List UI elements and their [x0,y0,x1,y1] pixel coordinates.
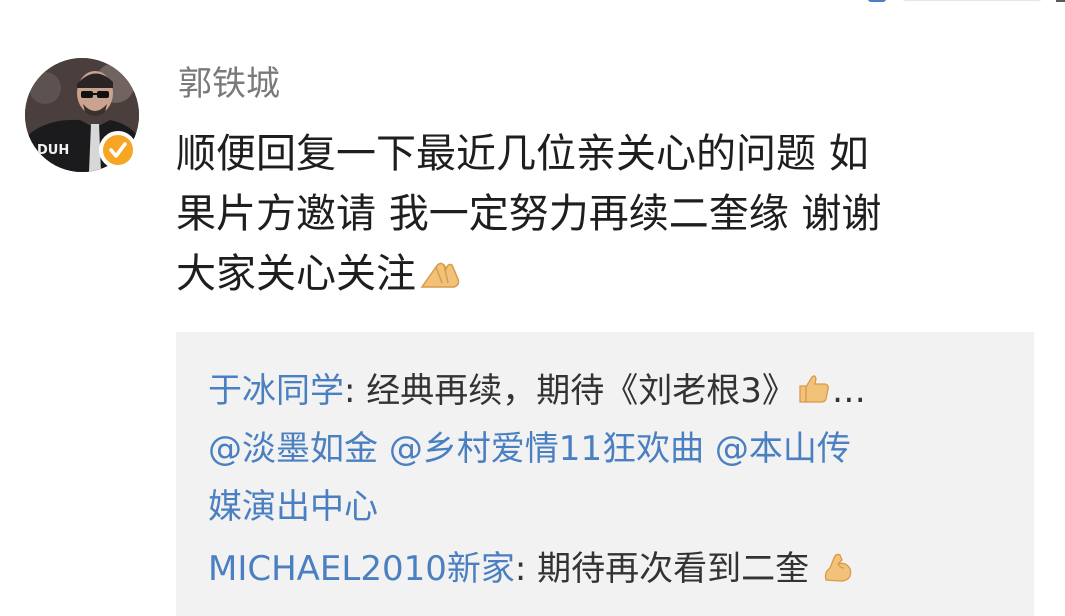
comment-item[interactable]: 于冰同学: 经典再续，期待《刘老根3》 … [208,362,866,420]
comment-mentions-line: 媒演出中心 [208,478,378,536]
top-toolbar-fragment [862,0,1065,6]
top-edge-icon [1056,0,1065,2]
post-text-line: 果片方邀请 我一定努力再续二奎缘 谢谢 [176,191,882,237]
comment-ellipsis: … [831,371,866,411]
mention-link[interactable]: @乡村爱情11狂欢曲 [389,429,704,469]
mention-link[interactable]: @本山传 [715,429,851,469]
comment-author[interactable]: 于冰同学 [208,371,344,411]
top-action-icon[interactable] [868,0,886,2]
post-body: 顺便回复一下最近几位亲关心的问题 如 果片方邀请 我一定努力再续二奎缘 谢谢 大… [176,124,1026,304]
comment-text: 经典再续，期待《刘老根3》 [366,371,796,411]
comment-author[interactable]: MICHAEL2010新家 [208,549,515,589]
comment-separator: : [514,549,538,589]
mention-link-continued[interactable]: 媒演出中心 [208,487,378,527]
thumbs-up-icon [796,366,832,403]
svg-text:DUH: DUH [37,143,69,158]
comments-preview[interactable]: 于冰同学: 经典再续，期待《刘老根3》 … @淡墨如金 @乡村爱情11狂欢曲 @… [176,332,1034,616]
top-toolbar-bar [902,0,1042,1]
folded-hands-icon [418,250,462,290]
comment-mentions-line: @淡墨如金 @乡村爱情11狂欢曲 @本山传 [208,420,851,478]
post-author-name[interactable]: 郭铁城 [178,62,280,106]
post-text-line: 顺便回复一下最近几位亲关心的问题 如 [176,131,869,177]
mention-link[interactable]: @淡墨如金 [208,429,378,469]
comment-text: 期待再次看到二奎 [537,549,810,589]
post-text-line-content: 大家关心关注 [176,251,416,297]
flexed-biceps-icon [820,544,856,582]
verified-badge-icon [99,131,137,169]
weibo-post-view: DUH O 郭铁城 顺便回复一下最近几位亲关心的问题 如 果片方邀请 我一定努力… [0,0,1065,616]
post-text-line-last: 大家关心关注 [176,244,1026,304]
comment-separator: : [344,371,367,411]
comment-item[interactable]: MICHAEL2010新家: 期待再次看到二奎 [208,540,856,598]
